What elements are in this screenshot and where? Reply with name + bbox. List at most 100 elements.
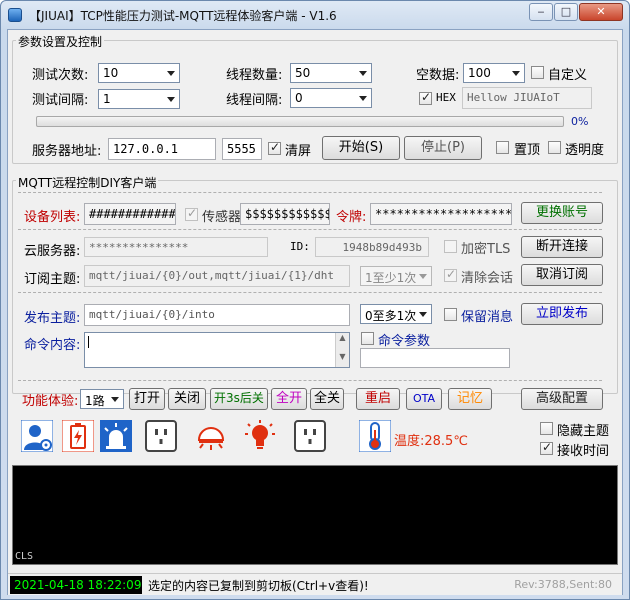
hex-text-field[interactable]: Hellow JIUAIoT: [462, 87, 592, 109]
test-interval-label: 测试间隔:: [32, 93, 89, 108]
publish-button[interactable]: 立即发布: [521, 303, 603, 325]
chevron-down-icon: [167, 97, 175, 102]
all-off-button[interactable]: 全关: [310, 388, 344, 410]
sensor-field[interactable]: $$$$$$$$$$$$$: [240, 203, 330, 225]
chevron-down-icon: [167, 71, 175, 76]
open-3s-close-button[interactable]: 开3s后关: [210, 388, 268, 410]
all-on-button[interactable]: 全开: [271, 388, 307, 410]
command-textarea[interactable]: ▲ ▼: [84, 332, 350, 368]
server-port-field[interactable]: 5555: [222, 138, 262, 160]
test-count-select[interactable]: 10: [98, 63, 180, 83]
power-socket-icon[interactable]: [145, 420, 177, 452]
close-button[interactable]: ✕: [579, 3, 623, 21]
chevron-down-icon: [512, 71, 520, 76]
disconnect-button[interactable]: 断开连接: [521, 236, 603, 258]
empty-data-label: 空数据:: [416, 68, 460, 83]
server-ip-field[interactable]: 127.0.0.1: [108, 138, 216, 160]
text-cursor: [88, 336, 89, 348]
advanced-config-button[interactable]: 高级配置: [521, 388, 603, 410]
message-log-terminal[interactable]: CLS: [12, 465, 618, 565]
cloud-server-field[interactable]: ***************: [84, 237, 268, 257]
sub-qos-select[interactable]: 1至少1次: [360, 266, 432, 286]
receive-time-checkbox[interactable]: [540, 440, 553, 455]
scroll-down-icon[interactable]: ▼: [336, 352, 349, 361]
retain-label: 保留消息: [461, 310, 514, 325]
subscribe-topic-label: 订阅主题:: [24, 272, 81, 287]
thread-interval-label: 线程间隔:: [226, 93, 283, 108]
command-param-field[interactable]: [360, 348, 510, 368]
pub-qos-value: 0至多1次: [365, 309, 417, 323]
retain-checkbox[interactable]: [444, 308, 457, 321]
subscribe-topic-field[interactable]: mqtt/jiuai/{0}/out,mqtt/jiuai/{1}/dht: [84, 265, 350, 287]
clear-session-checkbox[interactable]: [444, 267, 457, 282]
clear-screen-checkbox[interactable]: [268, 140, 281, 155]
alarm-light-icon[interactable]: [100, 420, 132, 452]
switch-account-button[interactable]: 更换账号: [521, 202, 603, 224]
channel-select[interactable]: 1路: [80, 389, 124, 409]
publish-topic-field[interactable]: mqtt/jiuai/{0}/into: [84, 304, 350, 326]
open-button[interactable]: 打开: [129, 388, 165, 410]
chevron-down-icon: [359, 71, 367, 76]
tls-checkbox[interactable]: [444, 240, 457, 253]
scroll-up-icon[interactable]: ▲: [336, 333, 349, 342]
ceiling-lamp-icon[interactable]: [195, 420, 227, 452]
remember-button[interactable]: 记忆: [448, 388, 492, 410]
app-window: 【JIUAI】TCP性能压力测试-MQTT远程体验客户端 - V1.6 ‒ □ …: [0, 0, 630, 600]
start-button[interactable]: 开始(S): [322, 136, 400, 160]
mqtt-group-title: MQTT远程控制DIY客户端: [16, 174, 159, 191]
sub-qos-value: 1至少1次: [365, 271, 417, 285]
transparency-checkbox[interactable]: [548, 141, 561, 154]
token-field[interactable]: ************************: [370, 203, 512, 225]
window-title: 【JIUAI】TCP性能压力测试-MQTT远程体验客户端 - V1.6: [29, 9, 337, 23]
hex-checkbox[interactable]: [419, 90, 432, 105]
chevron-down-icon: [419, 312, 427, 317]
progress-percent: 0%: [571, 115, 589, 128]
pub-qos-select[interactable]: 0至多1次: [360, 304, 432, 324]
thread-interval-select[interactable]: 0: [290, 88, 372, 108]
hide-topic-checkbox[interactable]: [540, 422, 553, 435]
receive-time-label: 接收时间: [557, 444, 610, 459]
close-relay-button[interactable]: 关闭: [168, 388, 206, 410]
light-bulb-icon[interactable]: [244, 420, 276, 452]
power-socket-icon[interactable]: [294, 420, 326, 452]
maximize-button[interactable]: □: [554, 3, 578, 21]
unsubscribe-button[interactable]: 取消订阅: [521, 264, 603, 286]
status-datetime: 2021-04-18 18:22:09: [10, 576, 142, 594]
functions-label: 功能体验:: [22, 394, 79, 409]
id-field[interactable]: 1948b89d493b: [315, 237, 429, 257]
clear-screen-label: 清屏: [285, 144, 312, 159]
user-settings-icon[interactable]: [21, 420, 53, 452]
top-checkbox[interactable]: [496, 141, 509, 154]
command-param-label: 命令参数: [378, 334, 431, 349]
clear-log-label[interactable]: CLS: [15, 551, 33, 562]
empty-data-select[interactable]: 100: [463, 63, 525, 83]
restart-button[interactable]: 重启: [356, 388, 400, 410]
battery-icon[interactable]: [62, 420, 94, 452]
token-label: 令牌:: [336, 210, 367, 225]
minimize-button[interactable]: ‒: [529, 3, 553, 21]
transparency-label: 透明度: [565, 143, 605, 158]
device-list-field[interactable]: ############: [84, 203, 176, 225]
ota-button[interactable]: OTA: [406, 388, 442, 410]
chevron-down-icon: [359, 96, 367, 101]
test-interval-select[interactable]: 1: [98, 89, 180, 109]
custom-checkbox[interactable]: [531, 66, 544, 79]
title-bar[interactable]: 【JIUAI】TCP性能压力测试-MQTT远程体验客户端 - V1.6 ‒ □ …: [1, 1, 629, 29]
command-scrollbar[interactable]: ▲ ▼: [335, 333, 349, 367]
hide-topic-label: 隐藏主题: [557, 424, 610, 439]
mqtt-divider: [18, 292, 602, 293]
temperature-readout: 温度:28.5℃: [394, 434, 468, 449]
test-count-label: 测试次数:: [32, 68, 89, 83]
thread-count-select[interactable]: 50: [290, 63, 372, 83]
sensor-checkbox[interactable]: [185, 206, 198, 221]
app-icon: [8, 8, 22, 22]
cloud-server-label: 云服务器:: [24, 244, 81, 259]
sensor-label: 传感器: [202, 210, 242, 225]
stop-button[interactable]: 停止(P): [404, 136, 482, 160]
thread-count-value: 50: [295, 66, 311, 80]
test-count-value: 10: [103, 66, 119, 80]
command-param-checkbox[interactable]: [361, 332, 374, 345]
id-label: ID:: [290, 240, 310, 253]
clear-session-label: 清除会话: [461, 271, 514, 286]
top-label: 置顶: [514, 143, 541, 158]
